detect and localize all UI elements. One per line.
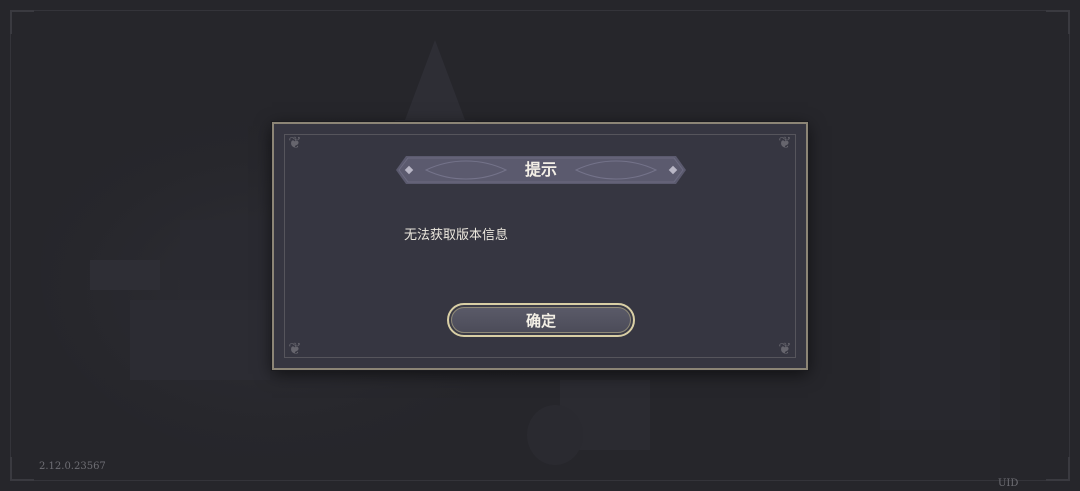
flourish-icon: ❦ <box>288 339 302 358</box>
frame-corner-icon <box>1046 457 1070 481</box>
dialog-title: 提示 <box>524 160 557 179</box>
frame-corner-icon <box>10 457 34 481</box>
frame-corner-icon <box>1046 10 1070 34</box>
alert-dialog: ❦ ❦ ❦ ❦ 提示 无法获取版本信息 确定 <box>272 122 808 370</box>
confirm-button[interactable]: 确定 <box>447 303 635 337</box>
flourish-icon: ❦ <box>288 133 302 152</box>
login-screen: 2.12.0.23567 UID ❦ ❦ ❦ ❦ 提示 无法获取版本信息 确定 <box>0 0 1080 491</box>
uid-label: UID <box>998 478 1019 489</box>
version-label: 2.12.0.23567 <box>39 461 106 472</box>
frame-corner-icon <box>10 10 34 34</box>
dialog-title-banner: 提示 <box>396 156 686 184</box>
dialog-message: 无法获取版本信息 <box>404 228 509 243</box>
flourish-icon: ❦ <box>778 133 792 152</box>
flourish-icon: ❦ <box>778 339 792 358</box>
confirm-button-label: 确定 <box>451 307 631 333</box>
